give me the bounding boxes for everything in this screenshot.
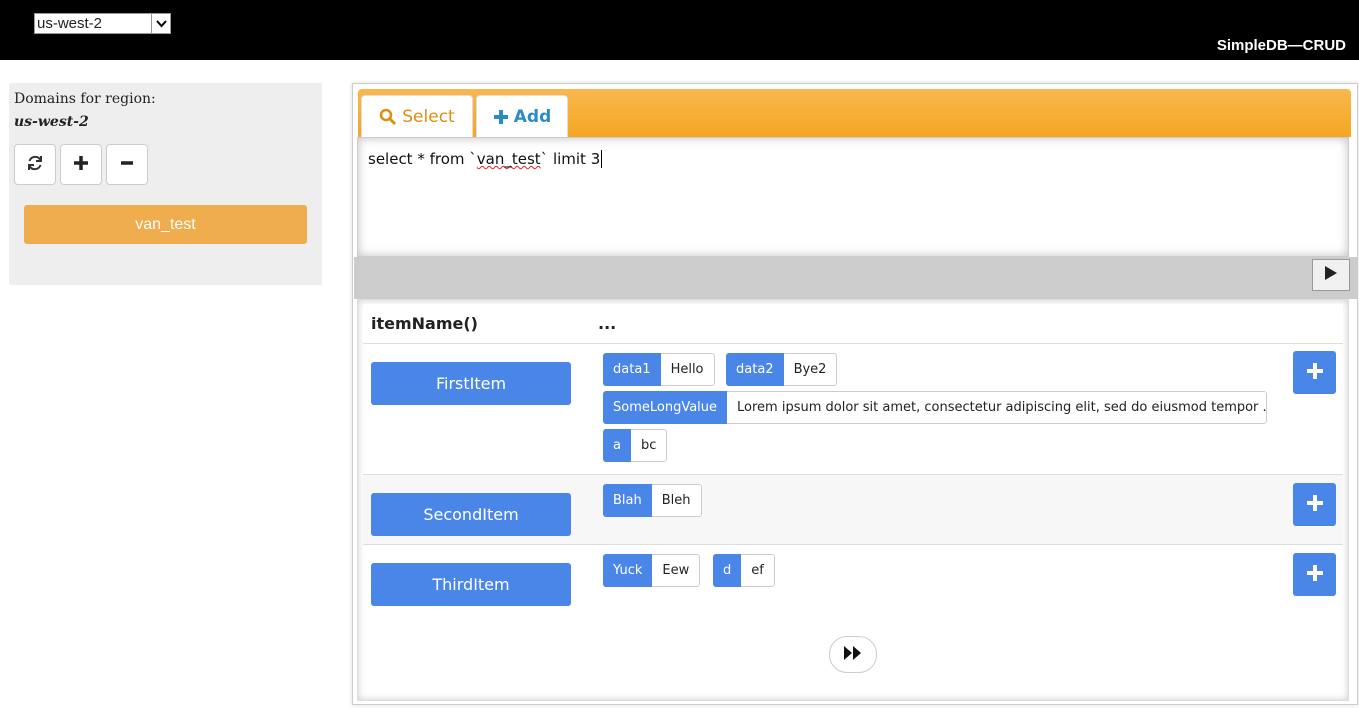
refresh-icon (26, 154, 44, 176)
attribute-pair[interactable]: Blah Bleh (603, 484, 702, 517)
attribute-value: Bleh (651, 484, 702, 517)
attribute-pair[interactable]: SomeLongValue Lorem ipsum dolor sit amet… (603, 391, 1267, 424)
remove-domain-button[interactable] (106, 144, 148, 185)
column-header-attributes: ... (598, 314, 617, 333)
fast-forward-icon (843, 645, 863, 665)
attribute-value: Lorem ipsum dolor sit amet, consectetur … (727, 391, 1267, 424)
attribute-value: Hello (660, 353, 715, 386)
region-select-value: us-west-2 (37, 15, 103, 32)
sidebar-region-name: us-west-2 (14, 114, 89, 130)
attribute-key: data2 (726, 353, 784, 386)
search-icon (379, 108, 397, 126)
attribute-value: ef (741, 554, 775, 587)
text-cursor (601, 150, 603, 168)
query-table-name: van_test (476, 150, 541, 168)
tab-add-label: Add (513, 106, 552, 127)
top-bar: us-west-2 SimpleDB—CRUD (0, 0, 1359, 60)
query-text-start: select * from ` (368, 150, 477, 168)
attribute-key: Blah (603, 484, 652, 517)
domains-sidebar: Domains for region: us-west-2 van_test (9, 83, 322, 285)
minus-icon (119, 155, 135, 175)
play-icon (1324, 265, 1338, 285)
run-query-button[interactable] (1312, 259, 1350, 291)
results-header: itemName() ... (363, 304, 1343, 344)
attribute-key: Yuck (603, 554, 653, 587)
attribute-pair[interactable]: Yuck Eew (603, 554, 701, 587)
tab-add[interactable]: Add (476, 95, 568, 137)
attribute-value: Bye2 (783, 353, 838, 386)
add-attribute-button[interactable] (1293, 351, 1336, 394)
plus-icon (1306, 494, 1324, 516)
attribute-pair[interactable]: data1 Hello (603, 353, 715, 386)
plus-icon (493, 109, 509, 125)
item-name-button[interactable]: SecondItem (371, 493, 571, 536)
tab-bar: Select Add (358, 89, 1351, 137)
query-editor[interactable]: select * from `van_test` limit 3 (357, 137, 1349, 257)
next-page-button[interactable] (829, 636, 877, 673)
attribute-key: a (603, 429, 631, 462)
attribute-key: data1 (603, 353, 661, 386)
plus-icon (1306, 564, 1324, 586)
attribute-pair[interactable]: d ef (713, 554, 775, 587)
attribute-pair[interactable]: data2 Bye2 (726, 353, 838, 386)
attribute-pair[interactable]: a bc (603, 429, 668, 462)
query-text-end: ` limit 3 (540, 150, 601, 168)
query-toolbar (354, 257, 1358, 299)
chevron-down-icon[interactable] (151, 14, 170, 33)
results-table: itemName() ... FirstItem data1 Hello dat… (357, 299, 1349, 701)
attribute-key: d (713, 554, 742, 587)
plus-icon (73, 155, 89, 175)
table-row: SecondItem Blah Bleh (363, 475, 1343, 545)
add-domain-button[interactable] (60, 144, 102, 185)
add-attribute-button[interactable] (1293, 483, 1336, 526)
tab-select-label: Select (402, 106, 455, 127)
attribute-key: SomeLongValue (603, 391, 728, 424)
tab-select[interactable]: Select (361, 95, 473, 137)
table-row: FirstItem data1 Hello data2 Bye2 SomeLon… (363, 344, 1343, 475)
attribute-value: Eew (652, 554, 701, 587)
refresh-domains-button[interactable] (14, 144, 56, 185)
item-name-button[interactable]: FirstItem (371, 362, 571, 405)
attribute-value: bc (630, 429, 668, 462)
query-panel: Select Add select * from `van_test` limi… (352, 83, 1358, 705)
domain-button-van-test[interactable]: van_test (24, 205, 307, 244)
add-attribute-button[interactable] (1293, 553, 1336, 596)
column-header-item-name: itemName() (371, 314, 478, 333)
domains-label: Domains for region: (14, 91, 156, 107)
region-select[interactable]: us-west-2 (34, 13, 171, 34)
plus-icon (1306, 362, 1324, 384)
app-title: SimpleDB—CRUD (1216, 37, 1346, 54)
table-row: ThirdItem Yuck Eew d ef (363, 545, 1343, 621)
item-name-button[interactable]: ThirdItem (371, 563, 571, 606)
